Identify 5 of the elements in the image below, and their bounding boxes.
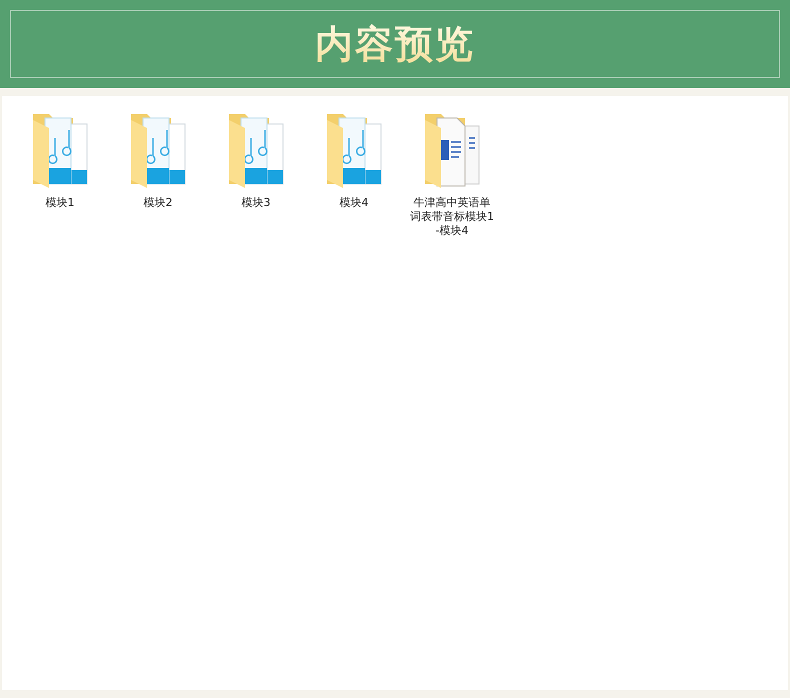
folder-name: 模块4 <box>338 196 370 210</box>
folder-name: 模块3 <box>240 196 272 210</box>
folder-name: 模块2 <box>142 196 174 210</box>
folder-name: 模块1 <box>44 196 76 210</box>
folder-name: 牛津高中英语单词表带音标模块1-模块4 <box>410 196 494 238</box>
